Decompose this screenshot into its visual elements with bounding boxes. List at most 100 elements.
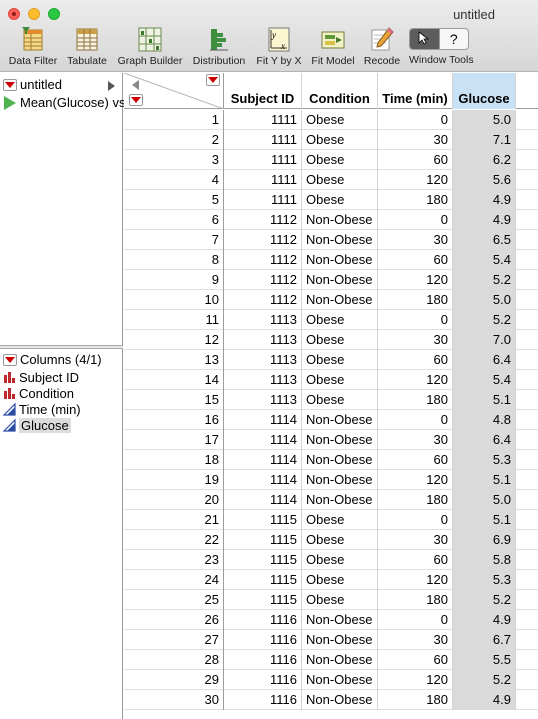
column-header-empty[interactable]: [516, 73, 538, 109]
subject-id-cell[interactable]: 1114: [224, 490, 302, 510]
time-cell[interactable]: 120: [378, 670, 453, 690]
expand-arrow-icon[interactable]: [108, 81, 115, 91]
empty-cell[interactable]: [516, 250, 538, 270]
table-row[interactable]: 29 1116 Non-Obese 120 5.2: [124, 670, 538, 690]
empty-cell[interactable]: [516, 650, 538, 670]
column-item-time[interactable]: Time (min): [2, 402, 81, 417]
subject-id-cell[interactable]: 1112: [224, 290, 302, 310]
subject-id-cell[interactable]: 1114: [224, 470, 302, 490]
columns-corner-red-triangle[interactable]: [206, 74, 220, 86]
time-cell[interactable]: 0: [378, 510, 453, 530]
condition-cell[interactable]: Non-Obese: [302, 250, 378, 270]
table-row[interactable]: 17 1114 Non-Obese 30 6.4: [124, 430, 538, 450]
glucose-cell[interactable]: 5.2: [453, 670, 516, 690]
glucose-cell[interactable]: 5.5: [453, 650, 516, 670]
glucose-cell[interactable]: 5.0: [453, 290, 516, 310]
row-number[interactable]: 13: [124, 350, 224, 370]
row-number[interactable]: 5: [124, 190, 224, 210]
column-header-glucose[interactable]: Glucose: [453, 73, 516, 109]
subject-id-cell[interactable]: 1115: [224, 530, 302, 550]
glucose-cell[interactable]: 5.6: [453, 170, 516, 190]
condition-cell[interactable]: Obese: [302, 110, 378, 130]
empty-cell[interactable]: [516, 350, 538, 370]
empty-cell[interactable]: [516, 310, 538, 330]
empty-cell[interactable]: [516, 270, 538, 290]
row-number[interactable]: 19: [124, 470, 224, 490]
table-row[interactable]: 16 1114 Non-Obese 0 4.8: [124, 410, 538, 430]
table-row[interactable]: 10 1112 Non-Obese 180 5.0: [124, 290, 538, 310]
glucose-cell[interactable]: 5.0: [453, 110, 516, 130]
time-cell[interactable]: 180: [378, 290, 453, 310]
row-number[interactable]: 12: [124, 330, 224, 350]
row-number[interactable]: 3: [124, 150, 224, 170]
condition-cell[interactable]: Obese: [302, 330, 378, 350]
condition-cell[interactable]: Non-Obese: [302, 470, 378, 490]
table-red-triangle-menu[interactable]: [3, 78, 17, 91]
subject-id-cell[interactable]: 1111: [224, 170, 302, 190]
row-number[interactable]: 16: [124, 410, 224, 430]
condition-cell[interactable]: Non-Obese: [302, 430, 378, 450]
subject-id-cell[interactable]: 1116: [224, 610, 302, 630]
subject-id-cell[interactable]: 1116: [224, 670, 302, 690]
row-number[interactable]: 24: [124, 570, 224, 590]
time-cell[interactable]: 60: [378, 350, 453, 370]
row-number[interactable]: 4: [124, 170, 224, 190]
row-number[interactable]: 30: [124, 690, 224, 710]
row-number[interactable]: 28: [124, 650, 224, 670]
glucose-cell[interactable]: 4.9: [453, 610, 516, 630]
table-row[interactable]: 5 1111 Obese 180 4.9: [124, 190, 538, 210]
row-number[interactable]: 6: [124, 210, 224, 230]
table-panel-row[interactable]: untitled: [3, 77, 62, 92]
subject-id-cell[interactable]: 1115: [224, 570, 302, 590]
time-cell[interactable]: 180: [378, 390, 453, 410]
condition-cell[interactable]: Obese: [302, 570, 378, 590]
subject-id-cell[interactable]: 1112: [224, 210, 302, 230]
condition-cell[interactable]: Non-Obese: [302, 490, 378, 510]
row-number[interactable]: 26: [124, 610, 224, 630]
table-row[interactable]: 2 1111 Obese 30 7.1: [124, 130, 538, 150]
condition-cell[interactable]: Obese: [302, 530, 378, 550]
time-cell[interactable]: 120: [378, 270, 453, 290]
glucose-cell[interactable]: 5.1: [453, 470, 516, 490]
empty-cell[interactable]: [516, 390, 538, 410]
subject-id-cell[interactable]: 1111: [224, 110, 302, 130]
condition-cell[interactable]: Non-Obese: [302, 610, 378, 630]
condition-cell[interactable]: Non-Obese: [302, 230, 378, 250]
table-row[interactable]: 23 1115 Obese 60 5.8: [124, 550, 538, 570]
time-cell[interactable]: 60: [378, 250, 453, 270]
condition-cell[interactable]: Non-Obese: [302, 630, 378, 650]
row-number[interactable]: 29: [124, 670, 224, 690]
subject-id-cell[interactable]: 1113: [224, 370, 302, 390]
condition-cell[interactable]: Obese: [302, 590, 378, 610]
condition-cell[interactable]: Non-Obese: [302, 270, 378, 290]
row-number[interactable]: 1: [124, 110, 224, 130]
glucose-cell[interactable]: 5.3: [453, 570, 516, 590]
empty-cell[interactable]: [516, 430, 538, 450]
glucose-cell[interactable]: 5.4: [453, 250, 516, 270]
glucose-cell[interactable]: 5.0: [453, 490, 516, 510]
subject-id-cell[interactable]: 1115: [224, 590, 302, 610]
row-number[interactable]: 7: [124, 230, 224, 250]
empty-cell[interactable]: [516, 290, 538, 310]
condition-cell[interactable]: Obese: [302, 390, 378, 410]
subject-id-cell[interactable]: 1115: [224, 510, 302, 530]
tabulate-button[interactable]: Tabulate: [64, 26, 110, 67]
recode-button[interactable]: Recode: [362, 26, 402, 67]
time-cell[interactable]: 0: [378, 210, 453, 230]
zoom-window-button[interactable]: [48, 8, 60, 20]
table-row[interactable]: 20 1114 Non-Obese 180 5.0: [124, 490, 538, 510]
condition-cell[interactable]: Obese: [302, 370, 378, 390]
time-cell[interactable]: 180: [378, 690, 453, 710]
empty-cell[interactable]: [516, 230, 538, 250]
subject-id-cell[interactable]: 1114: [224, 430, 302, 450]
empty-cell[interactable]: [516, 550, 538, 570]
time-cell[interactable]: 120: [378, 570, 453, 590]
row-number[interactable]: 23: [124, 550, 224, 570]
time-cell[interactable]: 120: [378, 170, 453, 190]
close-window-button[interactable]: [8, 8, 20, 20]
subject-id-cell[interactable]: 1111: [224, 130, 302, 150]
table-row[interactable]: 15 1113 Obese 180 5.1: [124, 390, 538, 410]
table-row[interactable]: 6 1112 Non-Obese 0 4.9: [124, 210, 538, 230]
table-row[interactable]: 8 1112 Non-Obese 60 5.4: [124, 250, 538, 270]
condition-cell[interactable]: Obese: [302, 130, 378, 150]
